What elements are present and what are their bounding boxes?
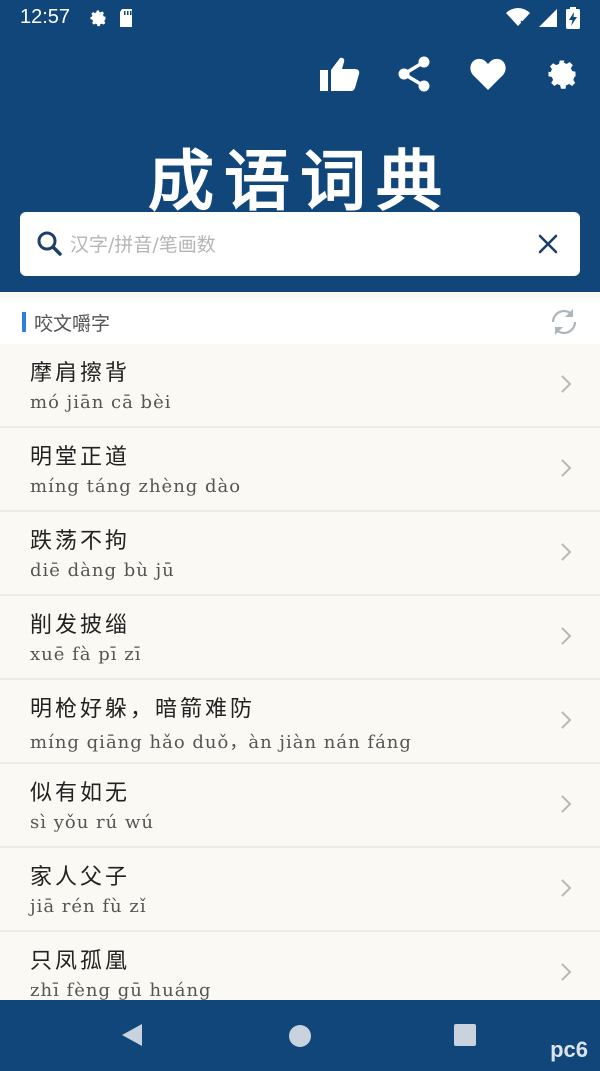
idiom-text: 家人父子 (30, 865, 131, 890)
search-input[interactable] (68, 222, 522, 268)
signal-icon (538, 8, 558, 32)
toolbar (320, 56, 582, 96)
chevron-right-icon (560, 794, 572, 818)
search-icon (36, 230, 64, 262)
idiom-pinyin: zhī fèng gū huáng (30, 980, 212, 1000)
watermark-logo: pc6 (550, 1037, 588, 1062)
search-box (20, 212, 580, 276)
list-item[interactable]: 跌荡不拘 diē dàng bù jū (0, 512, 600, 596)
section-accent-bar (22, 312, 26, 332)
refresh-icon (551, 309, 577, 335)
list-item[interactable]: 削发披缁 xuē fà pī zī (0, 596, 600, 680)
list-item[interactable]: 明堂正道 míng táng zhèng dào (0, 428, 600, 512)
home-icon (289, 1025, 311, 1047)
share-button[interactable] (394, 56, 434, 96)
favorite-button[interactable] (468, 56, 508, 96)
clear-button[interactable] (536, 232, 560, 256)
app-title: 成语词典 (148, 142, 452, 220)
idiom-pinyin: míng qiāng hǎo duǒ，àn jiàn nán fáng (30, 732, 412, 753)
system-nav-bar: pc6 (0, 1000, 600, 1071)
list-item[interactable]: 明枪好躲，暗箭难防 míng qiāng hǎo duǒ，àn jiàn nán… (0, 680, 600, 764)
idiom-text: 明堂正道 (30, 445, 131, 470)
list-item[interactable]: 似有如无 sì yǒu rú wú (0, 764, 600, 848)
section-header: 咬文嚼字 (0, 298, 600, 344)
idiom-text: 削发披缁 (30, 613, 131, 638)
chevron-right-icon (560, 962, 572, 986)
app-header: 12:57 成语词典 汉字/拼音/笔画数 (0, 0, 600, 292)
chevron-right-icon (560, 374, 572, 398)
idiom-text: 似有如无 (30, 781, 131, 806)
status-bar: 12:57 (0, 0, 600, 36)
list-item[interactable]: 只凤孤凰 zhī fèng gū huáng (0, 932, 600, 1000)
idiom-pinyin: sì yǒu rú wú (30, 812, 154, 833)
thumbs-up-icon (320, 56, 360, 96)
idiom-pinyin: xuē fà pī zī (30, 644, 142, 665)
idiom-pinyin: jiā rén fù zǐ (30, 896, 147, 917)
chevron-right-icon (560, 878, 572, 902)
idiom-pinyin: mó jiān cā bèi (30, 392, 172, 413)
chevron-right-icon (560, 542, 572, 566)
section-title: 咬文嚼字 (34, 313, 111, 335)
recents-icon (454, 1024, 476, 1046)
like-button[interactable] (320, 56, 360, 96)
list-item[interactable]: 摩肩擦背 mó jiān cā bèi (0, 344, 600, 428)
settings-button[interactable] (542, 56, 582, 96)
status-time: 12:57 (20, 6, 71, 28)
back-icon (122, 1024, 142, 1046)
share-icon (397, 56, 431, 96)
gear-icon (544, 56, 580, 96)
list-item[interactable]: 家人父子 jiā rén fù zǐ (0, 848, 600, 932)
idiom-pinyin: diē dàng bù jū (30, 560, 175, 581)
idiom-text: 只凤孤凰 (30, 949, 131, 974)
battery-charging-icon (566, 7, 580, 33)
chevron-right-icon (560, 626, 572, 650)
heart-icon (470, 58, 506, 94)
idiom-pinyin: míng táng zhèng dào (30, 476, 242, 497)
nav-recents-button[interactable] (454, 1024, 476, 1050)
nav-home-button[interactable] (288, 1024, 312, 1052)
nav-back-button[interactable] (120, 1022, 144, 1052)
close-icon (538, 234, 558, 254)
idiom-list: 摩肩擦背 mó jiān cā bèi 明堂正道 míng táng zhèng… (0, 344, 600, 1000)
idiom-text: 跌荡不拘 (30, 529, 131, 554)
sd-card-icon (118, 8, 134, 32)
gear-icon (88, 8, 108, 32)
idiom-text: 明枪好躲，暗箭难防 (30, 697, 256, 722)
refresh-button[interactable] (548, 306, 580, 338)
idiom-text: 摩肩擦背 (30, 361, 131, 386)
chevron-right-icon (560, 458, 572, 482)
chevron-right-icon (560, 710, 572, 734)
wifi-icon (506, 8, 530, 32)
